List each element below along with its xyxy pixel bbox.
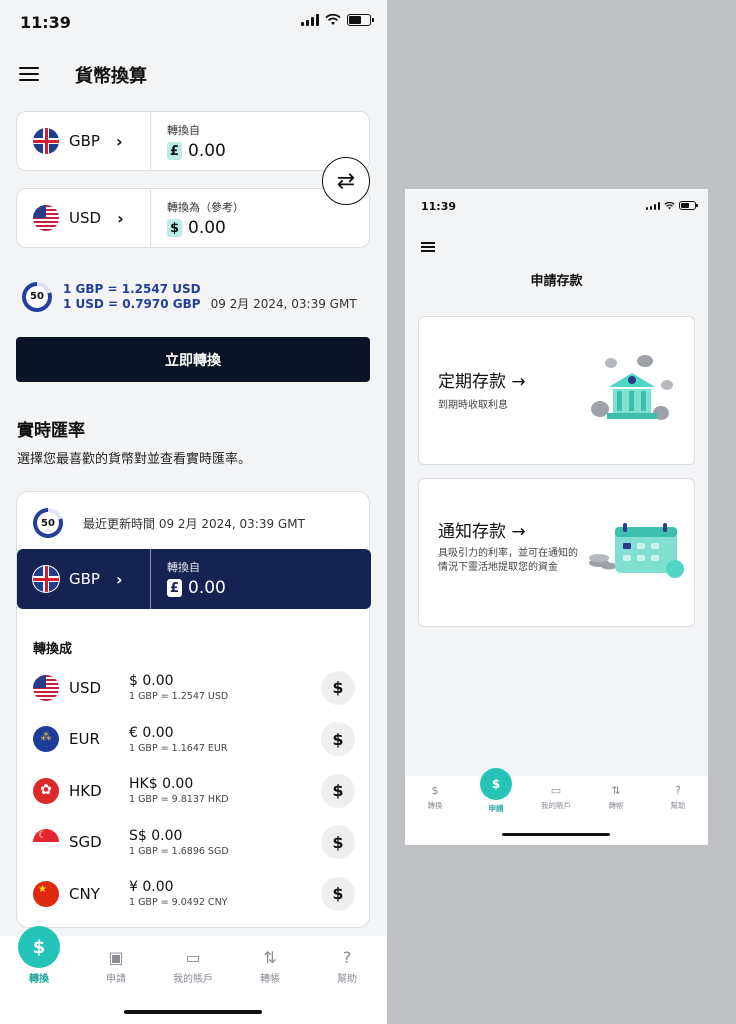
tab-apply-label: 申請 bbox=[488, 804, 504, 813]
deposit-icon: $ bbox=[491, 777, 501, 791]
base-currency-row: GBP › 轉換自 £0.00 bbox=[17, 549, 371, 609]
exchange-rate-info: 50 1 GBP = 1.2547 USD 1 USD = 0.7970 GBP… bbox=[22, 281, 357, 312]
signal-icon bbox=[301, 14, 319, 26]
transfer-icon: ⇅ bbox=[263, 948, 277, 967]
page-title: 申請存款 bbox=[530, 274, 583, 289]
refresh-timer: 50 bbox=[22, 281, 52, 312]
to-amount-field: 轉換為（參考） $0.00 bbox=[167, 201, 244, 238]
convert-to-title: 轉換成 bbox=[33, 642, 73, 657]
status-bar: 11:39 bbox=[0, 0, 387, 44]
list-item[interactable]: EUR € 0.001 GBP = 1.1647 EUR $ bbox=[33, 714, 355, 766]
calendar-coins-illustration bbox=[589, 523, 684, 578]
live-rates-card: 50 最近更新時間 09 2月 2024, 03:39 GMT GBP › 轉換… bbox=[16, 491, 371, 928]
bank-coins-illustration bbox=[591, 355, 673, 420]
refresh-timer: 50 bbox=[33, 508, 63, 538]
tab-convert[interactable]: $ bbox=[18, 926, 60, 968]
list-item[interactable]: USD $ 0.00 1 GBP = 1.2547 USD $ bbox=[33, 662, 355, 714]
live-rates-title: 實時匯率 bbox=[17, 421, 85, 441]
to-currency-selector[interactable]: USD › bbox=[17, 189, 151, 247]
fixed-deposit-subtitle: 到期時收取利息 bbox=[438, 400, 508, 411]
sgd-flag-icon bbox=[33, 829, 59, 856]
wifi-icon bbox=[325, 14, 341, 25]
transfer-icon: ⇅ bbox=[611, 784, 621, 797]
convert-currency-icon[interactable]: $ bbox=[321, 722, 355, 757]
notice-deposit-subtitle: 具吸引力的利率，並可在通知的情況下靈活地提取您的資金 bbox=[438, 548, 578, 573]
signal-icon bbox=[646, 201, 660, 210]
tab-my-account[interactable]: ▭ 我的賬戶 bbox=[158, 948, 228, 985]
wallet-icon: ▭ bbox=[550, 784, 562, 797]
home-indicator bbox=[502, 833, 610, 836]
chevron-right-icon: › bbox=[115, 131, 123, 151]
tab-apply[interactable]: ▣ 申請 bbox=[81, 948, 151, 985]
list-item[interactable]: CNY ¥ 0.001 GBP = 9.0492 CNY $ bbox=[33, 868, 355, 920]
from-currency-selector[interactable]: GBP › bbox=[17, 112, 151, 170]
chevron-right-icon: › bbox=[115, 569, 123, 589]
notice-deposit-title: 通知存款 → bbox=[438, 522, 526, 542]
gbp-flag-icon bbox=[33, 566, 59, 592]
rate-line-1: 1 GBP = 1.2547 USD bbox=[63, 281, 201, 296]
menu-icon[interactable] bbox=[421, 242, 435, 252]
apply-deposit-screen: 11:39 申請存款 定期存款 → 到期時收取利息 通知存款 → 具吸引力的利率 bbox=[405, 189, 708, 845]
convert-now-button[interactable]: 立即轉換 bbox=[16, 337, 370, 382]
from-amount-field[interactable]: 轉換自 £0.00 bbox=[151, 112, 226, 170]
swap-currencies-button[interactable]: ⇄ bbox=[322, 157, 370, 205]
menu-icon[interactable] bbox=[19, 67, 39, 81]
rate-date: 09 2月 2024, 03:39 GMT bbox=[210, 297, 357, 311]
convert-currency-icon[interactable]: $ bbox=[321, 825, 355, 860]
base-amount-field[interactable]: 轉換自 £0.00 bbox=[151, 549, 226, 609]
notice-deposit-card[interactable]: 通知存款 → 具吸引力的利率，並可在通知的情況下靈活地提取您的資金 bbox=[418, 478, 695, 627]
swap-icon: ⇄ bbox=[336, 168, 356, 194]
deposit-icon: ▣ bbox=[108, 948, 124, 967]
converter-screen: 11:39 貨幣換算 GBP › 轉換自 £0.00 USD › 轉換為（參考）… bbox=[0, 0, 387, 1024]
battery-icon bbox=[347, 14, 374, 26]
to-amount: 0.00 bbox=[188, 218, 226, 238]
convert-icon: $ bbox=[431, 784, 439, 797]
tab-transfer[interactable]: ⇅ 轉帳 bbox=[591, 784, 641, 811]
list-item[interactable]: HKD HK$ 0.001 GBP = 9.8137 HKD $ bbox=[33, 765, 355, 817]
usd-flag-icon bbox=[33, 674, 59, 701]
status-time: 11:39 bbox=[20, 13, 71, 32]
from-currency-row: GBP › 轉換自 £0.00 bbox=[16, 111, 370, 171]
battery-icon bbox=[679, 201, 698, 210]
rates-list: USD $ 0.001 GBP = 1.2547 USD $ EUR € 0.0… bbox=[33, 662, 355, 920]
wallet-icon: ▭ bbox=[185, 948, 201, 967]
base-currency-selector[interactable]: GBP › bbox=[17, 549, 151, 609]
gbp-flag-icon bbox=[33, 128, 59, 154]
chevron-right-icon: › bbox=[117, 208, 124, 228]
eur-flag-icon bbox=[33, 726, 59, 753]
tab-transfer[interactable]: ⇅ 轉帳 bbox=[235, 948, 305, 985]
cny-flag-icon bbox=[33, 880, 59, 907]
status-time: 11:39 bbox=[421, 200, 457, 213]
page-title: 貨幣換算 bbox=[75, 66, 147, 87]
dollar-symbol-icon: $ bbox=[167, 219, 182, 237]
fixed-deposit-title: 定期存款 → bbox=[438, 372, 526, 392]
hkd-flag-icon bbox=[33, 777, 59, 804]
pound-symbol-icon: £ bbox=[167, 579, 182, 597]
tab-convert[interactable]: $ 轉換 bbox=[410, 784, 460, 811]
convert-icon: $ bbox=[32, 936, 46, 958]
wifi-icon bbox=[664, 201, 675, 209]
to-currency-row: USD › 轉換為（參考） $0.00 bbox=[16, 188, 370, 248]
fixed-deposit-card[interactable]: 定期存款 → 到期時收取利息 bbox=[418, 316, 695, 465]
status-bar: 11:39 bbox=[405, 189, 708, 219]
from-amount: 0.00 bbox=[188, 141, 226, 161]
tab-help[interactable]: ? 幫助 bbox=[312, 948, 382, 985]
usd-flag-icon bbox=[33, 205, 59, 231]
convert-currency-icon[interactable]: $ bbox=[321, 876, 355, 911]
convert-currency-icon[interactable]: $ bbox=[321, 773, 355, 808]
list-item[interactable]: SGD S$ 0.001 GBP = 1.6896 SGD $ bbox=[33, 817, 355, 869]
tab-help[interactable]: ? 幫助 bbox=[653, 784, 703, 811]
help-chat-icon: ? bbox=[342, 948, 352, 967]
rate-line-2: 1 USD = 0.7970 GBP bbox=[63, 296, 201, 311]
convert-currency-icon[interactable]: $ bbox=[321, 670, 355, 705]
last-updated: 最近更新時間 09 2月 2024, 03:39 GMT bbox=[83, 516, 305, 531]
help-chat-icon: ? bbox=[675, 784, 681, 797]
home-indicator bbox=[124, 1010, 262, 1014]
tab-my-account[interactable]: ▭ 我的賬戶 bbox=[531, 784, 581, 811]
pound-symbol-icon: £ bbox=[167, 142, 182, 160]
tab-apply[interactable]: $ bbox=[480, 768, 512, 800]
tab-convert-label: 轉換 bbox=[29, 974, 49, 985]
live-rates-subtitle: 選擇您最喜歡的貨幣對並查看實時匯率。 bbox=[17, 452, 252, 467]
